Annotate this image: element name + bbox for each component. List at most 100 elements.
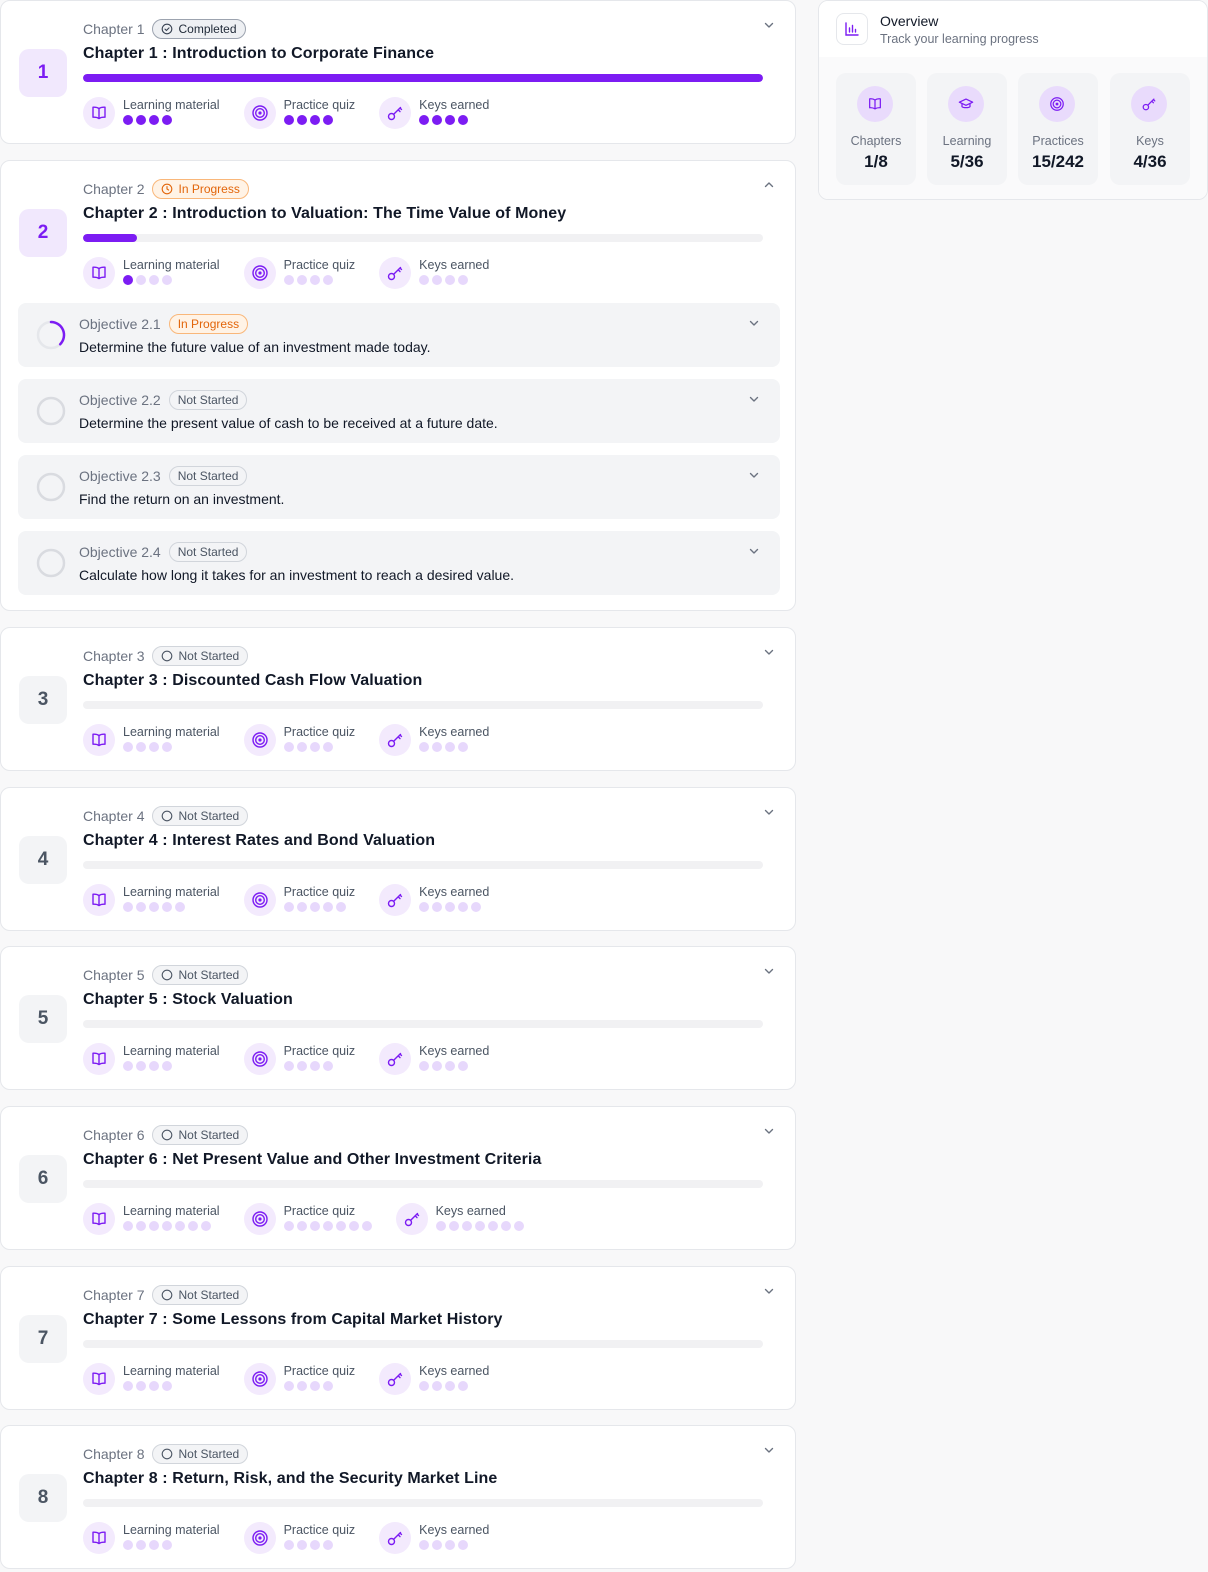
stat-dots	[123, 1061, 220, 1071]
progress-dot	[322, 1381, 333, 1391]
chapter-progress-bar	[83, 234, 763, 242]
progress-dot	[309, 1381, 320, 1391]
chevron-down-icon[interactable]	[748, 393, 760, 405]
chapter-progress-bar	[83, 1020, 763, 1028]
status-text: Not Started	[178, 1447, 240, 1461]
tile-value: 15/242	[1032, 152, 1084, 171]
chapter-title[interactable]: Chapter 4 : Interest Rates and Bond Valu…	[83, 832, 435, 850]
progress-dot	[322, 1540, 333, 1550]
book-open-icon	[83, 724, 115, 756]
stat-keys: Keys earned	[379, 97, 489, 129]
chevron-down-icon[interactable]	[748, 545, 760, 557]
progress-dot	[296, 115, 307, 125]
chapter-card[interactable]: 8 Chapter 8 Not Started Chapter 8 : Return,…	[0, 1425, 796, 1569]
stat-label: Practice quiz	[283, 98, 356, 112]
chapter-card[interactable]: 6 Chapter 6 Not Started Chapter 6 : Net Pre…	[0, 1106, 796, 1250]
progress-dot	[296, 1221, 307, 1231]
objective-text: Determine the future value of an investm…	[79, 339, 431, 355]
chapter-card[interactable]: 5 Chapter 5 Not Started Chapter 5 : Stock V…	[0, 946, 796, 1090]
stat-learning: Learning material	[83, 1043, 220, 1075]
bar-chart-icon	[836, 13, 868, 45]
progress-dot	[322, 1061, 333, 1071]
chevron-down-icon[interactable]	[748, 469, 760, 481]
stat-keys: Keys earned	[379, 257, 489, 289]
progress-dot	[432, 1061, 443, 1071]
status-text: Not Started	[177, 469, 239, 483]
progress-dot	[149, 1540, 159, 1550]
overview-tile: Practices 15/242	[1018, 73, 1098, 185]
progress-dot	[296, 275, 307, 285]
chapter-title[interactable]: Chapter 7 : Some Lessons from Capital Ma…	[83, 1311, 503, 1329]
book-open-icon	[83, 1522, 115, 1554]
status-text: Not Started	[178, 1288, 240, 1302]
objective-item[interactable]: Objective 2.3 Not Started Find the return …	[18, 455, 780, 519]
objective-item[interactable]: Objective 2.4 Not Started Calculate how lo…	[18, 531, 780, 595]
overview-tile: Learning 5/36	[927, 73, 1007, 185]
key-icon	[379, 1522, 412, 1554]
check-circle-icon	[162, 23, 173, 35]
progress-dot	[458, 1381, 469, 1391]
chevron-down-icon[interactable]	[763, 806, 775, 818]
progress-dot	[322, 275, 333, 285]
objective-item[interactable]: Objective 2.1 In Progress Determine the fu…	[18, 303, 780, 367]
progress-dot	[513, 1221, 524, 1231]
objective-text: Determine the present value of cash to b…	[79, 415, 498, 431]
chevron-down-icon[interactable]	[763, 19, 775, 31]
target-icon	[243, 884, 276, 916]
progress-dot	[283, 902, 294, 912]
chapter-title[interactable]: Chapter 3 : Discounted Cash Flow Valuati…	[83, 672, 422, 690]
tile-label: Practices	[1032, 134, 1084, 148]
graduation-cap-icon	[948, 86, 984, 122]
chevron-up-icon[interactable]	[763, 179, 775, 191]
chevron-down-icon[interactable]	[763, 965, 775, 977]
progress-dot	[149, 902, 159, 912]
chapter-card[interactable]: 3 Chapter 3 Not Started Chapter 3 : Discoun…	[0, 627, 796, 771]
key-icon	[379, 1363, 412, 1395]
chapter-title[interactable]: Chapter 1 : Introduction to Corporate Fi…	[83, 45, 434, 63]
progress-dot	[445, 1540, 456, 1550]
chapter-number: 3	[19, 676, 67, 724]
chevron-down-icon[interactable]	[748, 317, 760, 329]
progress-dot	[432, 275, 443, 285]
chapter-title[interactable]: Chapter 2 : Introduction to Valuation: T…	[83, 205, 566, 223]
stat-dots	[419, 742, 489, 752]
progress-dot	[283, 275, 294, 285]
progress-dot	[149, 1061, 159, 1071]
objective-item[interactable]: Objective 2.2 Not Started Determine the pr…	[18, 379, 780, 443]
stat-learning: Learning material	[83, 97, 220, 129]
progress-dot	[419, 1061, 430, 1071]
progress-dot	[296, 1381, 307, 1391]
chapter-card[interactable]: 4 Chapter 4 Not Started Chapter 4 : Interes…	[0, 787, 796, 931]
stat-practice: Practice quiz	[243, 884, 355, 916]
progress-dot	[445, 1381, 456, 1391]
status-badge: In Progress	[152, 179, 249, 199]
progress-dot	[309, 275, 320, 285]
stat-label: Keys earned	[419, 1044, 490, 1058]
progress-dot	[445, 115, 456, 125]
chapter-card[interactable]: 1 Chapter 1 Completed Chapter 1 : Introduct…	[0, 0, 796, 144]
progress-dot	[123, 902, 133, 912]
chapter-card[interactable]: 7 Chapter 7 Not Started Chapter 7 : Some Le…	[0, 1266, 796, 1410]
chevron-down-icon[interactable]	[763, 646, 775, 658]
chevron-down-icon[interactable]	[763, 1285, 775, 1297]
chapter-title[interactable]: Chapter 8 : Return, Risk, and the Securi…	[83, 1470, 497, 1488]
progress-dot	[283, 742, 294, 752]
progress-dot	[123, 1061, 133, 1071]
stat-keys: Keys earned	[379, 1522, 489, 1554]
tile-label: Chapters	[850, 134, 902, 148]
stat-dots	[283, 1540, 356, 1550]
chevron-down-icon[interactable]	[763, 1125, 775, 1137]
progress-dot	[419, 115, 430, 125]
overview-panel: Overview Track your learning progress Ch…	[818, 0, 1208, 200]
progress-dot	[445, 742, 456, 752]
status-badge: Not Started	[168, 390, 248, 410]
chevron-down-icon[interactable]	[763, 1444, 775, 1456]
chapter-title[interactable]: Chapter 5 : Stock Valuation	[83, 991, 293, 1009]
target-icon	[243, 1363, 276, 1395]
chapter-title[interactable]: Chapter 6 : Net Present Value and Other …	[83, 1151, 541, 1169]
chapter-card[interactable]: 2 Chapter 2 In Progress Chapter 2 : Introdu…	[0, 160, 796, 611]
progress-dot	[309, 742, 320, 752]
overview-header: Overview Track your learning progress	[819, 1, 1207, 57]
progress-dot	[136, 742, 146, 752]
stat-dots	[283, 1221, 372, 1231]
